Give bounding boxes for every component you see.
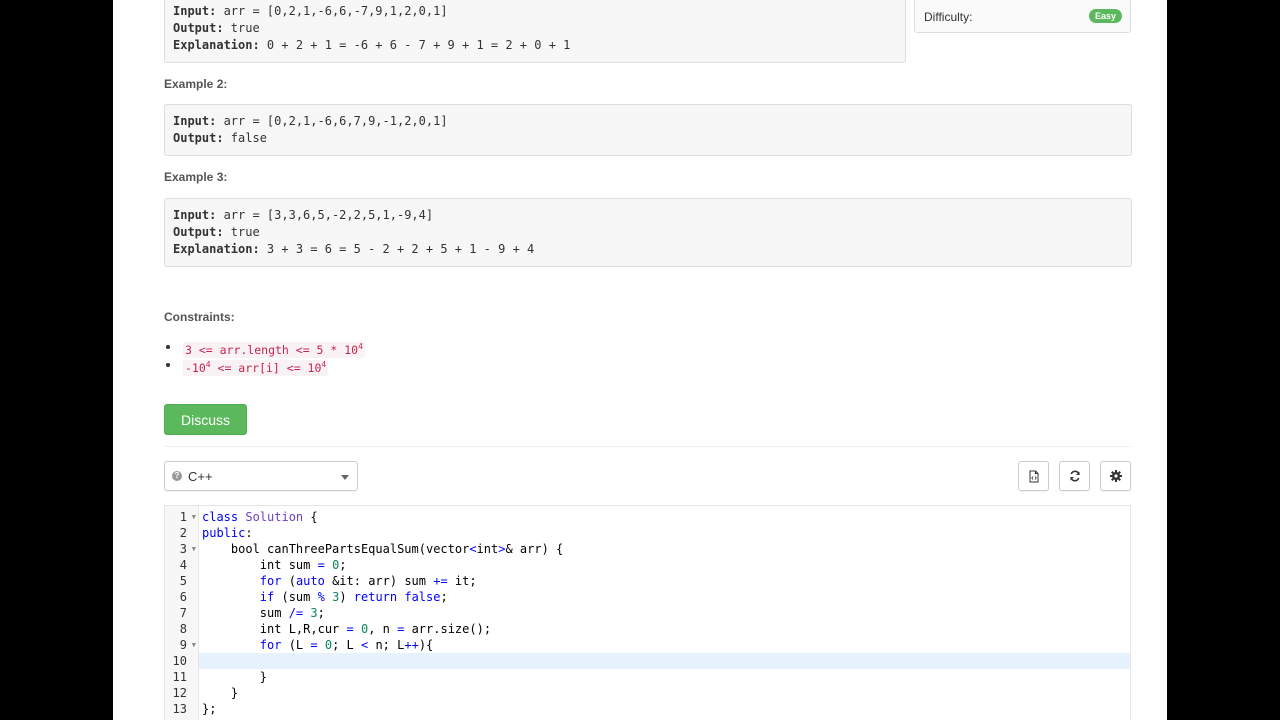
caret-down-icon: [341, 475, 349, 480]
language-value: C++: [188, 469, 213, 484]
code-line: bool canThreePartsEqualSum(vector<int>& …: [202, 542, 564, 556]
file-button[interactable]: [1018, 461, 1049, 491]
explanation-value: 3 + 3 = 6 = 5 - 2 + 2 + 5 + 1 - 9 + 4: [259, 242, 535, 256]
line-number: 6: [179, 590, 187, 604]
example-2-heading: Example 2:: [164, 77, 228, 91]
settings-button[interactable]: [1100, 461, 1131, 491]
code-line: if (sum % 3) return false;: [259, 590, 448, 604]
difficulty-badge: Easy: [1088, 9, 1122, 23]
constraint-item: -104 <= arr[i] <= 104: [166, 356, 365, 376]
line-number: 1 ▼: [179, 509, 196, 525]
line-number: 12: [172, 686, 187, 700]
line-number: 5: [179, 574, 187, 588]
language-select[interactable]: ? C++: [164, 461, 358, 491]
code-editor[interactable]: 1 ▼ 2 3 ▼ 4 5 6 7 8 9 ▼ 10 11 12 13 class S…: [164, 505, 1131, 720]
example-1-block: Input: arr = [0,2,1,-6,6,-7,9,1,2,0,1] O…: [164, 0, 906, 63]
code-line: int sum = 0;: [202, 558, 347, 572]
input-label: Input:: [173, 4, 217, 18]
output-value: true: [223, 225, 260, 239]
refresh-icon: [1069, 470, 1080, 482]
code-line: sum /= 3;: [202, 606, 325, 620]
code-line: }: [202, 686, 239, 700]
line-number: 2: [179, 526, 187, 540]
line-number: 7: [179, 606, 187, 620]
input-value: arr = [3,3,6,5,-2,2,5,1,-9,4]: [216, 208, 434, 222]
code-line: }: [202, 670, 268, 684]
help-icon: ?: [172, 471, 182, 481]
line-number: 8: [179, 622, 187, 636]
code-line: int L,R,cur = 0, n = arr.size();: [202, 622, 492, 636]
output-label: Output:: [173, 131, 224, 145]
input-label: Input:: [173, 208, 217, 222]
input-value: arr = [0,2,1,-6,6,7,9,-1,2,0,1]: [216, 114, 448, 128]
code-line: public:: [202, 526, 253, 540]
input-label: Input:: [173, 114, 217, 128]
problem-info-card: Difficulty: Easy: [914, 0, 1131, 33]
example-3-block: Input: arr = [3,3,6,5,-2,2,5,1,-9,4] Out…: [164, 198, 1132, 267]
code-line: for (L = 0; L < n; L++){: [259, 638, 434, 652]
constraints-list: 3 <= arr.length <= 5 * 104 -104 <= arr[i…: [166, 338, 365, 376]
output-value: false: [223, 131, 267, 145]
code-line: for (auto &it: arr) sum += it;: [259, 574, 477, 588]
explanation-value: 0 + 2 + 1 = -6 + 6 - 7 + 9 + 1 = 2 + 0 +…: [259, 38, 571, 52]
output-label: Output:: [173, 225, 224, 239]
line-number: 10: [172, 654, 187, 668]
problem-page: Input: arr = [0,2,1,-6,6,-7,9,1,2,0,1] O…: [113, 0, 1167, 720]
difficulty-label: Difficulty:: [924, 10, 973, 24]
active-line-highlight: [199, 653, 1130, 669]
explanation-label: Explanation:: [173, 242, 260, 256]
input-value: arr = [0,2,1,-6,6,-7,9,1,2,0,1]: [216, 4, 448, 18]
file-code-icon: [1029, 470, 1038, 482]
constraints-heading: Constraints:: [164, 310, 235, 324]
fold-arrow-icon[interactable]: ▼: [192, 541, 196, 557]
explanation-label: Explanation:: [173, 38, 260, 52]
fold-arrow-icon[interactable]: ▼: [192, 509, 196, 525]
divider: [164, 446, 1131, 447]
code-line: class Solution {: [202, 510, 318, 524]
line-number: 4: [179, 558, 187, 572]
example-2-block: Input: arr = [0,2,1,-6,6,7,9,-1,2,0,1] O…: [164, 104, 1132, 156]
output-label: Output:: [173, 21, 224, 35]
constraint-code: -104 <= arr[i] <= 104: [183, 359, 329, 376]
example-3-heading: Example 3:: [164, 170, 228, 184]
line-number: 11: [172, 670, 187, 684]
line-number: 3 ▼: [179, 541, 196, 557]
line-gutter: 1 ▼ 2 3 ▼ 4 5 6 7 8 9 ▼ 10 11 12 13: [165, 506, 199, 720]
output-value: true: [223, 21, 260, 35]
reset-button[interactable]: [1059, 461, 1090, 491]
line-number: 9 ▼: [179, 637, 196, 653]
gear-icon: [1109, 470, 1122, 482]
line-number: 13: [172, 702, 187, 716]
fold-arrow-icon[interactable]: ▼: [192, 637, 196, 653]
code-line: };: [202, 702, 217, 716]
discuss-button[interactable]: Discuss: [164, 404, 247, 435]
constraint-item: 3 <= arr.length <= 5 * 104: [166, 338, 365, 358]
